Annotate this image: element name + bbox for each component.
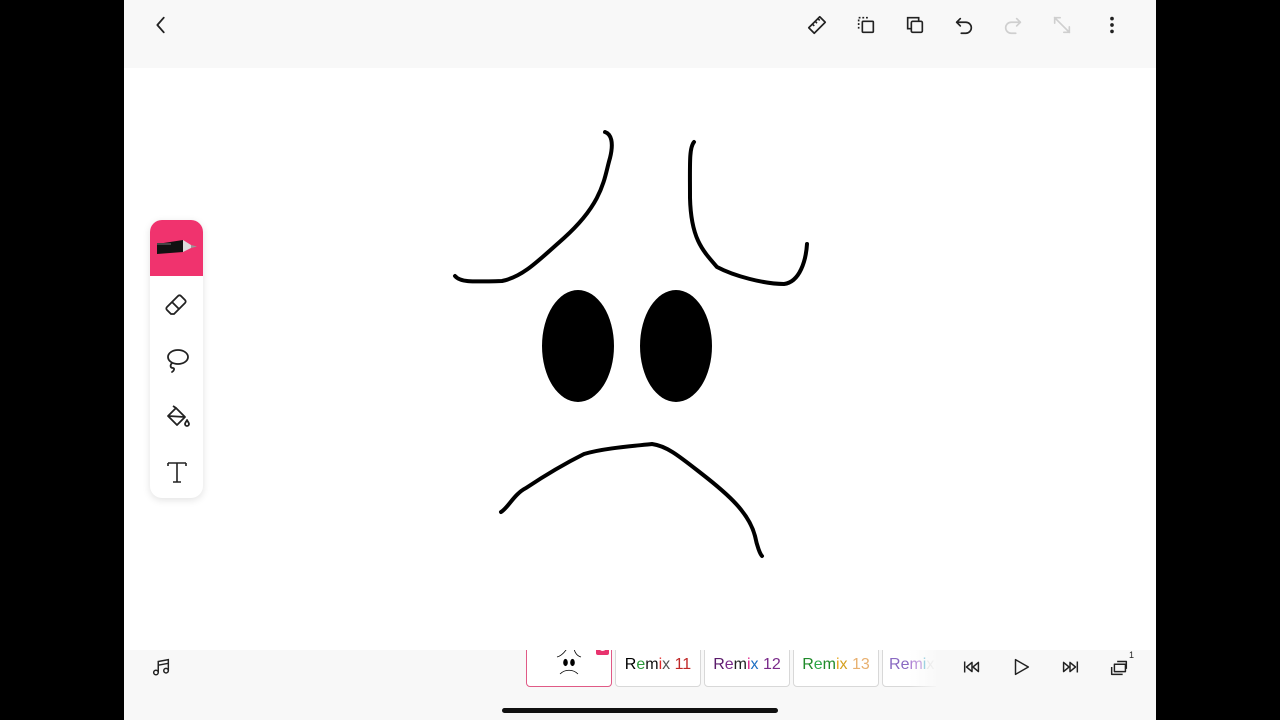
frame-number-badge: 1 <box>596 650 609 655</box>
fill-bucket-icon <box>166 405 190 427</box>
skip-forward-icon[interactable] <box>1057 654 1083 680</box>
lasso-tool-button[interactable] <box>150 332 203 388</box>
right-eyebrow-stroke <box>687 140 809 286</box>
frames-count: 1 <box>1128 650 1134 660</box>
frame-number: 4 <box>868 650 874 653</box>
resize-icon[interactable] <box>1049 12 1075 38</box>
frame-label: Remix 13 <box>802 656 870 673</box>
frame-thumbnail-3[interactable]: 3 Remix 12 <box>704 650 790 687</box>
frame-number: 3 <box>779 650 785 653</box>
frame-preview-image <box>556 650 582 675</box>
top-toolbar <box>124 0 1156 68</box>
drawing-canvas[interactable] <box>124 68 1156 650</box>
undo-icon[interactable] <box>951 12 977 38</box>
text-tool-icon <box>166 462 187 483</box>
more-icon[interactable] <box>1099 12 1125 38</box>
tool-palette <box>150 220 203 498</box>
home-indicator[interactable] <box>502 708 778 713</box>
sad-face-drawing <box>453 130 809 558</box>
back-icon[interactable] <box>148 12 174 38</box>
ruler-icon[interactable] <box>804 12 830 38</box>
frame-thumbnail-4[interactable]: 4 Remix 13 <box>793 650 879 687</box>
left-eye-shape <box>542 290 614 402</box>
selection-icon[interactable] <box>853 12 879 38</box>
layers-icon[interactable] <box>902 12 928 38</box>
right-eye-shape <box>640 290 712 402</box>
pen-icon <box>156 240 197 254</box>
frames-stack-icon[interactable]: 1 <box>1106 650 1134 680</box>
animation-app: 1 2 Remix 11 <box>124 0 1156 720</box>
redo-icon[interactable] <box>1000 12 1026 38</box>
frame-thumbnail-2[interactable]: 2 Remix 11 <box>615 650 701 687</box>
eraser-tool-button[interactable] <box>150 276 203 332</box>
frame-thumbnail-1[interactable]: 1 <box>526 650 612 687</box>
lasso-icon <box>166 349 189 373</box>
frame-strip-fade <box>909 650 936 720</box>
frame-label: Remix 12 <box>713 656 781 673</box>
skip-back-icon[interactable] <box>959 654 985 680</box>
music-icon[interactable] <box>148 654 174 680</box>
mouth-stroke <box>499 442 764 558</box>
play-icon[interactable] <box>1008 654 1034 680</box>
frame-number: 2 <box>690 650 696 653</box>
eraser-icon <box>164 294 187 315</box>
text-tool-button[interactable] <box>150 444 203 498</box>
left-eyebrow-stroke <box>453 130 614 284</box>
timeline-bar: 1 2 Remix 11 <box>124 650 1156 720</box>
frame-label: Remix 11 <box>624 656 692 673</box>
pen-tool-button[interactable] <box>150 220 203 276</box>
fill-tool-button[interactable] <box>150 388 203 444</box>
